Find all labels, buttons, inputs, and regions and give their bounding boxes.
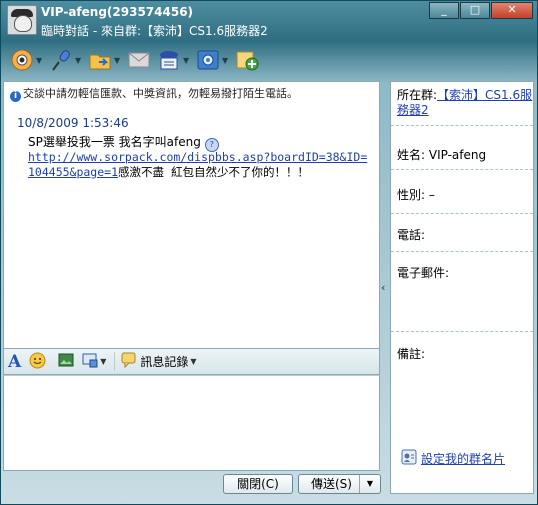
note-row: 備註:: [397, 345, 425, 362]
chevron-down-icon[interactable]: ▼: [36, 56, 44, 65]
screenshot-icon: [82, 352, 98, 371]
video-camera-icon: [9, 47, 35, 73]
chevron-left-icon[interactable]: ‹: [381, 281, 385, 294]
gender-row: 性別: –: [391, 170, 533, 214]
send-options-chevron-icon[interactable]: ▼: [359, 475, 380, 493]
chat-bubble-icon: [121, 352, 137, 371]
name-value: VIP-afeng: [428, 148, 487, 162]
window-subtitle: 臨時對話 - 來自群:【索沛】CS1.6服務器2: [41, 24, 268, 38]
chevron-down-icon[interactable]: ▼: [100, 357, 106, 366]
minimize-button[interactable]: _: [429, 2, 459, 19]
message-link-part1: http://www.sorpack.com/dispbbs.asp?board…: [28, 150, 368, 164]
image-picture-icon: [58, 352, 74, 371]
name-row: 姓名: VIP-afeng: [391, 126, 533, 170]
group-card-panel: 所在群:【索沛】CS1.6服務器2 姓名: VIP-afeng 性別: – 電話…: [390, 81, 534, 494]
chevron-down-icon[interactable]: ▼: [75, 56, 83, 65]
emoticon-button[interactable]: [29, 352, 46, 372]
phone-row: 電話:: [391, 214, 533, 252]
set-group-card-link[interactable]: 設定我的群名片: [421, 450, 505, 467]
contact-card-icon: [156, 47, 182, 73]
message-input[interactable]: [3, 375, 380, 471]
message-button[interactable]: [126, 46, 152, 74]
message-text: SP選舉投我一票 我名字叫afeng: [28, 135, 201, 149]
message-timestamp: 10/8/2009 1:53:46: [17, 116, 129, 130]
avatar[interactable]: [7, 5, 37, 35]
window-title: VIP-afeng(293574456): [41, 5, 194, 19]
chevron-down-icon[interactable]: ▼: [114, 56, 122, 65]
send-button-label: 傳送(S): [311, 477, 352, 491]
set-group-card[interactable]: 設定我的群名片: [401, 449, 505, 468]
send-image-button[interactable]: [58, 352, 74, 371]
font-button[interactable]: A: [8, 352, 21, 372]
email-label: 電子郵件:: [397, 266, 450, 280]
group-row: 所在群:【索沛】CS1.6服務器2: [391, 82, 533, 126]
message-envelope-icon: [126, 47, 152, 73]
chevron-down-icon[interactable]: ▼: [222, 56, 230, 65]
add-app-button[interactable]: [234, 46, 260, 74]
security-notice: i 交談中請勿輕信匯款、中獎資訊，勿輕易撥打陌生電話。: [10, 85, 298, 102]
send-file-button[interactable]: ▼: [87, 46, 122, 74]
message-tail-text: 感激不盡 紅包自然少不了你的！！！: [118, 165, 309, 179]
name-label: 姓名:: [397, 148, 426, 162]
panel-splitter[interactable]: ‹: [381, 81, 389, 496]
message-link-part2: 104455&page=1: [28, 165, 119, 179]
smiley-face-icon: [29, 352, 46, 372]
contact-card-button[interactable]: ▼: [156, 46, 191, 74]
gender-value: –: [428, 188, 435, 202]
info-icon: i: [10, 91, 21, 102]
chevron-down-icon[interactable]: ▼: [183, 56, 191, 65]
video-button[interactable]: ▼: [9, 46, 44, 74]
add-plus-icon: [234, 47, 260, 73]
maximize-button[interactable]: □: [460, 2, 490, 19]
face-shape: [14, 15, 32, 32]
message-history-button[interactable]: 訊息記錄 ▼: [114, 352, 197, 371]
send-button[interactable]: 傳送(S) ▼: [298, 474, 381, 494]
toolbar: ▼ ▼ ▼ ▼ ▼: [9, 45, 264, 75]
window-controls: _ □ ✕: [428, 2, 533, 19]
phone-label: 電話:: [397, 228, 426, 242]
settings-button[interactable]: ▼: [195, 46, 230, 74]
group-label: 所在群:: [397, 88, 438, 102]
screen-capture-button[interactable]: ▼: [82, 352, 106, 371]
gender-label: 性別:: [397, 188, 426, 202]
message-history-label: 訊息記錄: [140, 355, 189, 369]
security-notice-text: 交談中請勿輕信匯款、中獎資訊，勿輕易撥打陌生電話。: [23, 87, 298, 100]
format-toolbar: A ▼ 訊息記錄 ▼: [3, 349, 380, 375]
message-body: http://www.sorpack.com/dispbbs.asp?board…: [28, 150, 373, 180]
voice-button[interactable]: ▼: [48, 46, 83, 74]
font-icon: A: [8, 351, 22, 372]
note-label: 備註:: [397, 347, 426, 361]
group-card-icon: [401, 449, 417, 468]
email-row: 電子郵件:: [391, 252, 533, 332]
message-history[interactable]: i 交談中請勿輕信匯款、中獎資訊，勿輕易撥打陌生電話。 10/8/2009 1:5…: [3, 81, 380, 349]
close-window-button[interactable]: ✕: [491, 2, 533, 19]
close-button[interactable]: 關閉(C): [223, 474, 293, 494]
microphone-icon: [48, 47, 74, 73]
send-file-folder-icon: [87, 47, 113, 73]
settings-gear-icon: [195, 47, 221, 73]
chevron-down-icon[interactable]: ▼: [190, 357, 196, 366]
chat-window: VIP-afeng(293574456) 臨時對話 - 來自群:【索沛】CS1.…: [0, 0, 538, 505]
